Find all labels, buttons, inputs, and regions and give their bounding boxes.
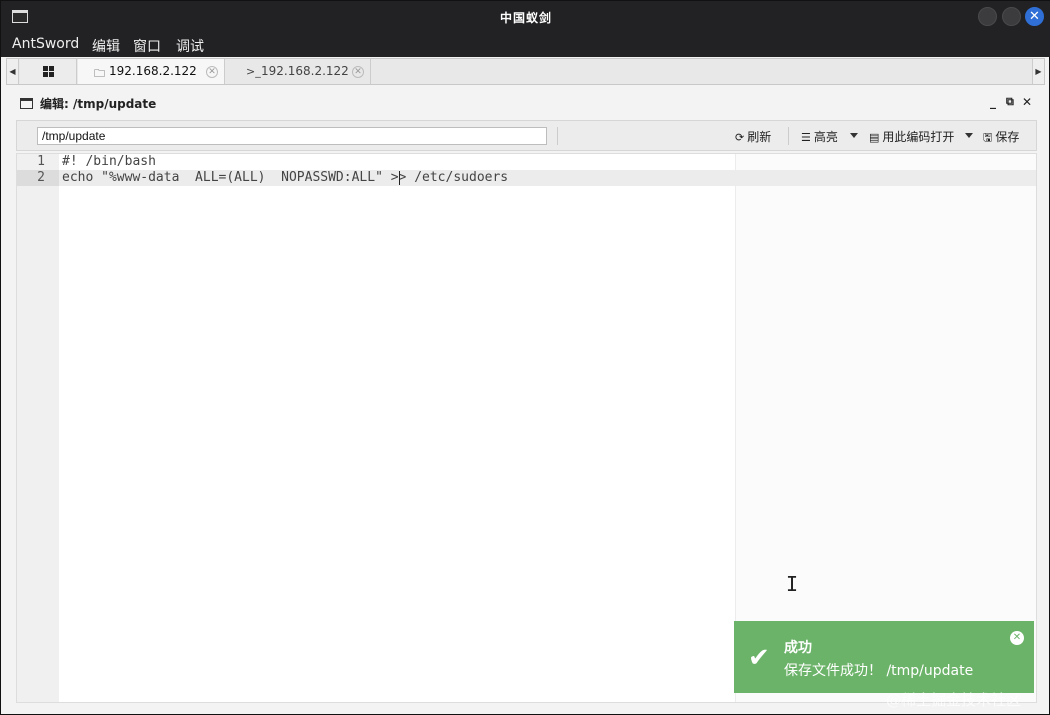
refresh-button[interactable]: ⟳ 刷新	[735, 128, 771, 145]
highlight-dropdown-icon[interactable]	[850, 133, 858, 138]
toolbar-divider	[788, 127, 789, 145]
refresh-icon: ⟳	[735, 131, 745, 144]
panel-header: 编辑: /tmp/update _ ⧉ ✕	[9, 89, 1043, 117]
ibeam-cursor-icon: I	[786, 572, 799, 596]
menu-antsword[interactable]: AntSword	[12, 36, 79, 52]
notification-message: 保存文件成功！ /tmp/update	[784, 663, 974, 679]
tab-file-manager[interactable]: 🗀 192.168.2.122 ✕	[78, 59, 225, 84]
tab-close-button[interactable]: ✕	[206, 66, 218, 78]
tab-scroll-left-button[interactable]: ◀	[7, 59, 19, 84]
tab-home[interactable]	[20, 59, 77, 84]
window-icon	[20, 98, 33, 109]
open-with-encoding-button[interactable]: ▤ 用此编码打开	[869, 128, 954, 145]
line-number: 1	[37, 154, 45, 169]
save-icon: 🖫	[983, 131, 993, 144]
line-number-gutter	[17, 154, 59, 702]
menu-bar: AntSword 编辑 窗口 调试	[1, 33, 1050, 57]
close-icon: ✕	[1029, 9, 1040, 24]
title-bar: 中国蚁剑 ✕	[1, 1, 1050, 33]
panel-minimize-button[interactable]: _	[990, 95, 996, 109]
text-cursor	[399, 171, 400, 185]
panel-title: 编辑: /tmp/update	[40, 97, 157, 111]
editor-panel: 编辑: /tmp/update _ ⧉ ✕ ⟳刷新 ☰高亮 ▤用此编码打开 🖫保…	[9, 89, 1043, 711]
tab-terminal[interactable]: >_ 192.168.2.122 ✕	[226, 59, 371, 84]
line-text: #! /bin/bash	[62, 154, 156, 169]
notification-close-button[interactable]: ✕	[1010, 631, 1024, 645]
print-margin-area	[736, 154, 1036, 702]
menu-edit[interactable]: 编辑	[92, 36, 120, 56]
check-icon: ✔	[748, 643, 770, 673]
line-text: echo "%www-data ALL=(ALL) NOPASSWD:ALL" …	[62, 170, 509, 185]
tab-scroll-right-button[interactable]: ▶	[1032, 59, 1044, 84]
success-notification: ✔ 成功 保存文件成功！ /tmp/update ✕	[734, 621, 1034, 693]
folder-icon: 🗀	[94, 67, 105, 80]
save-button[interactable]: 🖫 保存	[983, 128, 1019, 148]
tab-close-button[interactable]: ✕	[352, 66, 364, 78]
tab-label: 192.168.2.122	[261, 64, 349, 78]
maximize-button[interactable]	[1002, 7, 1021, 26]
refresh-label: 刷新	[747, 130, 772, 144]
window-title: 中国蚁剑	[499, 11, 552, 25]
encoding-icon: ▤	[869, 131, 880, 144]
file-path-input[interactable]	[37, 127, 547, 145]
tab-label: 192.168.2.122	[109, 64, 197, 78]
panel-restore-button[interactable]: ⧉	[1006, 95, 1014, 109]
line-number: 2	[17, 170, 59, 186]
save-label: 保存	[995, 130, 1020, 144]
editor-toolbar: ⟳刷新 ☰高亮 ▤用此编码打开 🖫保存	[16, 120, 1037, 151]
watermark: @稀土掘金技术社区	[886, 691, 1022, 709]
toolbar-divider	[557, 127, 558, 145]
print-margin	[735, 154, 736, 702]
close-window-button[interactable]: ✕	[1025, 7, 1044, 26]
code-line-active[interactable]: 2 echo "%www-data ALL=(ALL) NOPASSWD:ALL…	[17, 170, 1036, 186]
notification-title: 成功	[784, 640, 812, 656]
terminal-icon: >_	[246, 65, 261, 78]
antsword-window: 中国蚁剑 ✕ AntSword 编辑 窗口 调试 ◀ 🗀 192.168.2.1…	[0, 0, 1050, 715]
encoding-dropdown-icon[interactable]	[965, 133, 973, 138]
grid-icon	[42, 66, 54, 77]
highlight-button[interactable]: ☰ 高亮	[801, 128, 838, 145]
code-line[interactable]: 1 #! /bin/bash	[17, 154, 1036, 170]
tab-bar: ◀ 🗀 192.168.2.122 ✕ >_ 192.168.2.122 ✕ ▶	[6, 58, 1045, 85]
highlight-label: 高亮	[813, 130, 838, 144]
panel-close-button[interactable]: ✕	[1022, 95, 1032, 109]
open-with-encoding-label: 用此编码打开	[882, 130, 955, 144]
menu-window[interactable]: 窗口	[133, 36, 161, 56]
minimize-button[interactable]	[978, 7, 997, 26]
list-icon: ☰	[801, 131, 811, 144]
menu-debug[interactable]: 调试	[176, 36, 204, 56]
